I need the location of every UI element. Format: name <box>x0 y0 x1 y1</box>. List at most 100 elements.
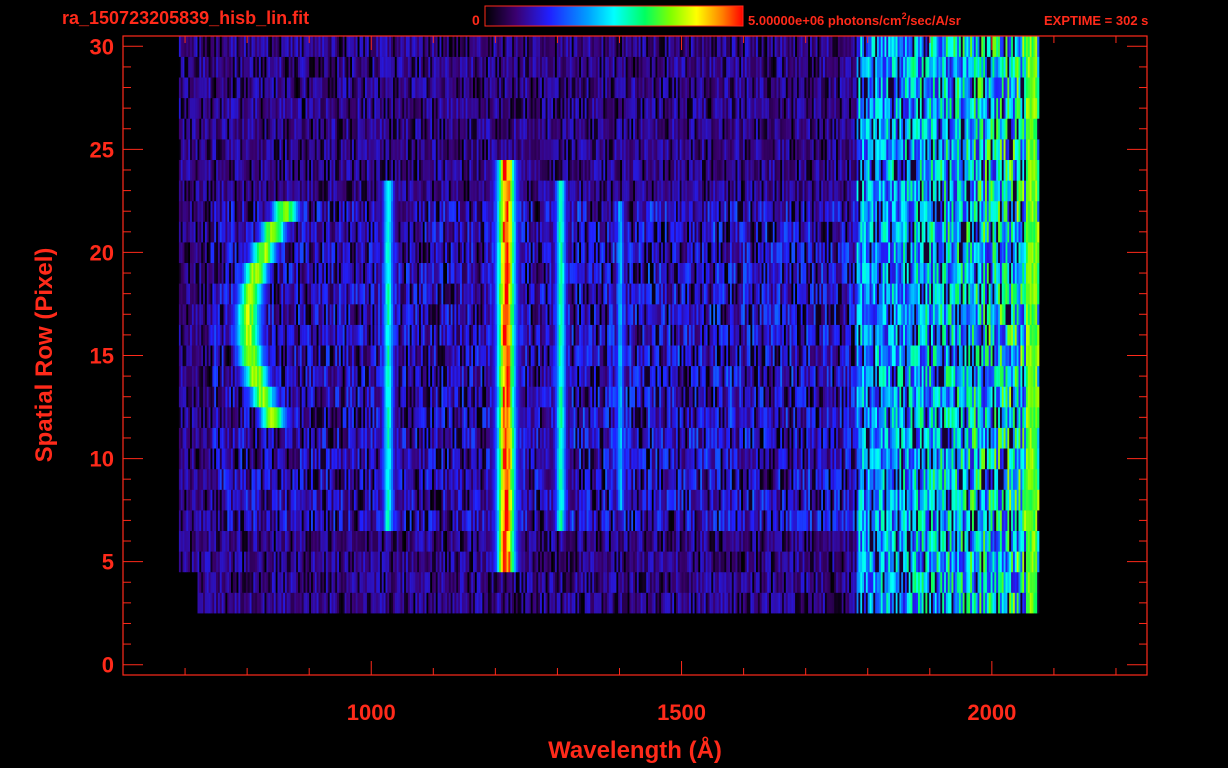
heatmap-cell <box>1027 571 1030 593</box>
heatmap-cell <box>454 427 457 449</box>
heatmap-cell <box>286 551 289 573</box>
heatmap-cell <box>964 510 967 532</box>
heatmap-cell <box>776 592 779 614</box>
heatmap-cell <box>458 407 461 428</box>
heatmap-cell <box>746 510 749 532</box>
heatmap-cell <box>532 551 535 573</box>
heatmap-cell <box>240 407 243 428</box>
heatmap-cell <box>303 551 306 573</box>
heatmap-cell <box>662 386 666 408</box>
heatmap-cell <box>365 468 368 490</box>
heatmap-cell <box>677 427 680 449</box>
heatmap-cell <box>214 592 217 614</box>
heatmap-cell <box>530 530 533 552</box>
heatmap-cell <box>337 448 340 470</box>
heatmap-cell <box>463 407 466 428</box>
heatmap-cell <box>1009 407 1012 428</box>
heatmap-cell <box>551 571 554 593</box>
heatmap-cell <box>482 530 485 552</box>
heatmap-cell <box>595 489 599 511</box>
heatmap-cell <box>951 510 954 532</box>
heatmap-cell <box>979 489 982 511</box>
heatmap-cell <box>942 551 945 573</box>
heatmap-cell <box>424 510 427 532</box>
heatmap-cell <box>776 427 779 449</box>
heatmap-cell <box>545 489 548 511</box>
heatmap-cell <box>705 386 708 408</box>
heatmap-cell <box>960 592 963 614</box>
heatmap-cell <box>273 571 276 593</box>
heatmap-cell <box>744 571 747 593</box>
heatmap-cell <box>873 551 876 573</box>
heatmap-cell <box>551 468 554 490</box>
heatmap-cell <box>756 592 759 614</box>
heatmap-cell <box>357 427 360 449</box>
heatmap-cell <box>586 592 589 614</box>
heatmap-cell <box>430 530 433 552</box>
heatmap-cell <box>834 448 837 470</box>
heatmap-cell <box>957 510 960 532</box>
heatmap-cell <box>296 448 299 470</box>
heatmap-cell <box>268 407 271 428</box>
heatmap-cell <box>877 551 880 573</box>
heatmap-cell <box>517 427 520 449</box>
heatmap-cell <box>731 489 734 511</box>
heatmap-cell <box>1014 571 1017 593</box>
heatmap-cell <box>882 386 885 408</box>
heatmap-cell <box>837 489 841 511</box>
heatmap-cell <box>195 407 198 428</box>
heatmap-cell <box>439 448 442 470</box>
heatmap-cell <box>515 427 518 449</box>
heatmap-cell <box>981 489 984 511</box>
heatmap-cell <box>638 427 641 449</box>
heatmap-cell <box>361 448 364 470</box>
heatmap-cell <box>839 427 842 449</box>
heatmap-cell <box>545 530 548 552</box>
heatmap-cell <box>551 489 554 511</box>
heatmap-cell <box>878 530 882 552</box>
heatmap-cell <box>439 551 442 573</box>
heatmap-cell <box>687 592 690 614</box>
heatmap-cell <box>301 386 304 408</box>
heatmap-cell <box>523 448 526 470</box>
heatmap-cell <box>186 489 189 511</box>
heatmap-cell <box>190 407 193 428</box>
heatmap-cell <box>819 407 822 428</box>
heatmap-cell <box>996 427 999 449</box>
heatmap-cell <box>765 530 768 552</box>
heatmap-cell <box>365 551 368 573</box>
heatmap-cell <box>608 489 612 511</box>
heatmap-cell <box>603 551 606 573</box>
heatmap-cell <box>493 551 496 573</box>
heatmap-cell <box>849 510 852 532</box>
heatmap-cell <box>400 468 403 490</box>
heatmap-cell <box>551 448 554 470</box>
heatmap-cell <box>413 571 416 593</box>
heatmap-cell <box>759 571 762 593</box>
heatmap-cell <box>707 510 710 532</box>
heatmap-cell <box>988 551 991 573</box>
heatmap-cell <box>1033 427 1036 449</box>
heatmap-cell <box>335 571 338 593</box>
heatmap-cell <box>625 407 628 428</box>
heatmap-cell <box>731 407 734 428</box>
heatmap-cell <box>279 386 282 408</box>
heatmap-cell <box>964 489 967 511</box>
heatmap-cell <box>342 489 345 511</box>
heatmap-cell <box>247 427 250 449</box>
heatmap-cell <box>394 530 397 552</box>
heatmap-cell <box>530 468 533 490</box>
heatmap-cell <box>469 427 472 449</box>
heatmap-cell <box>996 551 999 573</box>
heatmap-cell <box>608 592 612 614</box>
heatmap-cell <box>672 571 675 593</box>
heatmap-cell <box>581 386 584 408</box>
heatmap-cell <box>756 407 759 428</box>
heatmap-cell <box>1003 489 1006 511</box>
heatmap-cell <box>223 551 226 573</box>
heatmap-cell <box>955 551 958 573</box>
heatmap-cell <box>571 530 574 552</box>
heatmap-cell <box>208 427 211 449</box>
heatmap-cell <box>728 530 731 552</box>
heatmap-cell <box>409 592 412 614</box>
